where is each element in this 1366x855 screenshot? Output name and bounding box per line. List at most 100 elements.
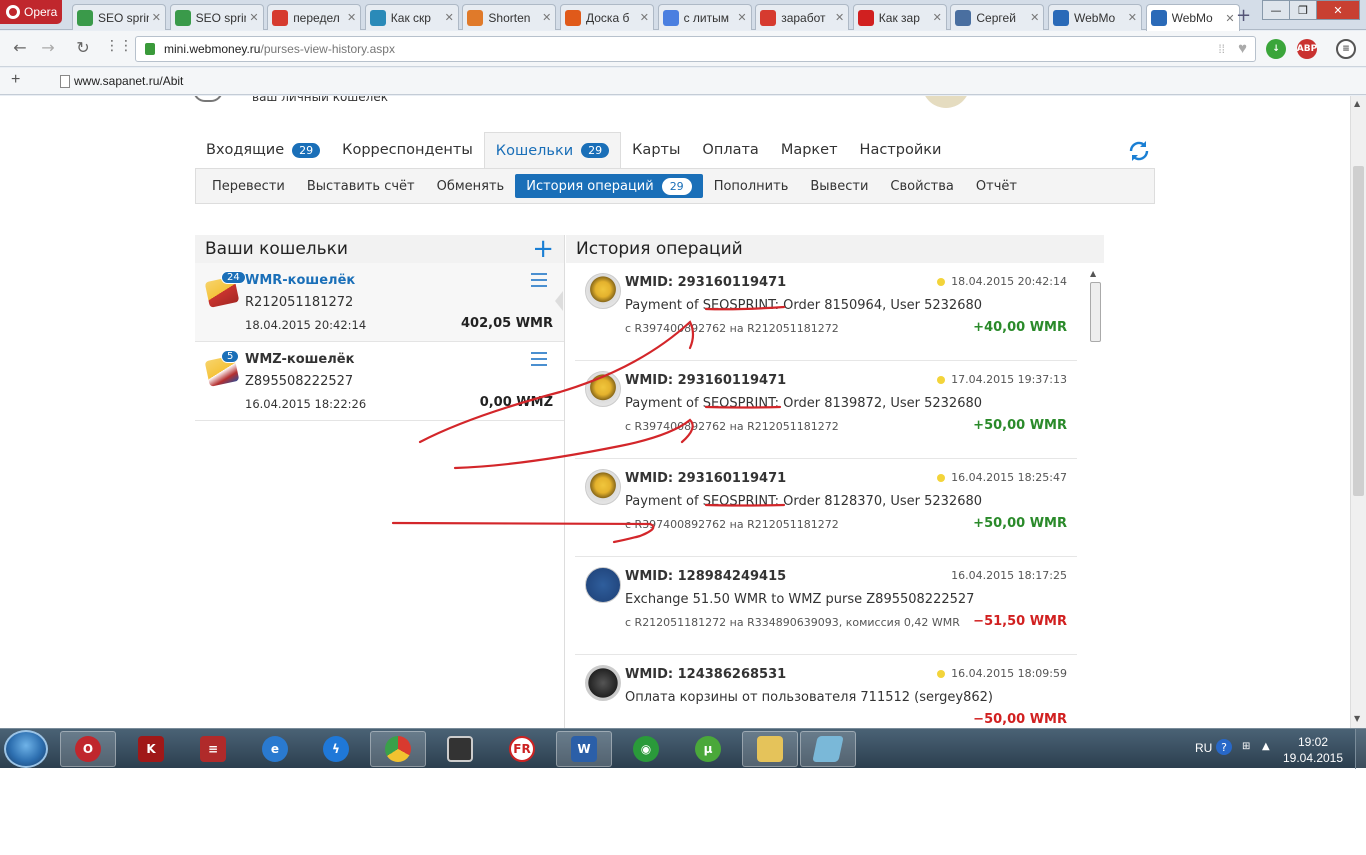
- taskbar-chrome[interactable]: [370, 731, 426, 767]
- close-tab-icon[interactable]: ✕: [640, 11, 649, 24]
- close-tab-icon[interactable]: ✕: [1128, 11, 1137, 24]
- browser-tab[interactable]: передел ✕: [267, 4, 362, 30]
- scroll-up-icon[interactable]: ▲: [1354, 99, 1360, 108]
- browser-tab[interactable]: Доска б ✕: [560, 4, 654, 30]
- tray-expand-icon[interactable]: ▲: [1262, 741, 1270, 752]
- close-tab-icon[interactable]: ✕: [542, 11, 551, 24]
- taskbar-green[interactable]: ◉: [618, 731, 674, 767]
- operation-item[interactable]: WMID: 293160119471 18.04.2015 20:42:14 Pay…: [575, 263, 1077, 361]
- browser-tab[interactable]: Как скр ✕: [364, 4, 459, 30]
- sub-tab[interactable]: Обменять: [426, 174, 516, 198]
- sub-tab[interactable]: Пополнить: [703, 174, 800, 198]
- network-icon[interactable]: ⊞: [1242, 741, 1250, 752]
- taskbar-monitor[interactable]: [432, 731, 488, 767]
- main-tab[interactable]: Входящие 29: [195, 132, 331, 168]
- sub-tab[interactable]: История операций 29: [515, 174, 703, 198]
- opera-menu-button[interactable]: Opera: [0, 0, 62, 24]
- close-tab-icon[interactable]: ✕: [933, 11, 942, 24]
- sub-tab[interactable]: Вывести: [799, 174, 879, 198]
- close-window-button[interactable]: ✕: [1316, 0, 1360, 20]
- refresh-icon[interactable]: [1127, 139, 1151, 163]
- browser-tab[interactable]: WebMo ✕: [1145, 4, 1240, 31]
- taskbar-kaspersky[interactable]: K: [123, 731, 179, 767]
- browser-tab[interactable]: заработ ✕: [755, 4, 850, 30]
- taskbar-explorer[interactable]: [742, 731, 798, 767]
- speed-dial-icon[interactable]: ⋮⋮: [105, 38, 133, 54]
- close-tab-icon[interactable]: ✕: [1225, 12, 1234, 25]
- page-scroll-thumb[interactable]: [1353, 166, 1364, 496]
- sub-tab[interactable]: Отчёт: [965, 174, 1028, 198]
- sub-tab[interactable]: Перевести: [201, 174, 296, 198]
- browser-tab[interactable]: с литым ✕: [657, 4, 752, 30]
- taskbar-word[interactable]: W: [556, 731, 612, 767]
- operation-item[interactable]: WMID: 293160119471 17.04.2015 19:37:13 Pay…: [575, 361, 1077, 459]
- close-tab-icon[interactable]: ✕: [835, 11, 844, 24]
- forward-icon[interactable]: →: [38, 38, 58, 57]
- system-clock[interactable]: 19:02 19.04.2015: [1280, 734, 1346, 766]
- main-tab[interactable]: Кошельки 29: [483, 132, 622, 168]
- language-indicator[interactable]: RU: [1195, 741, 1212, 755]
- operation-item[interactable]: WMID: 124386268531 16.04.2015 18:09:59 Опл…: [575, 655, 1077, 728]
- purse-item-wmz[interactable]: 5 WMZ-кошелёк Z895508222527 16.04.2015 1…: [195, 342, 564, 421]
- purse-history-icon[interactable]: [531, 352, 547, 366]
- purse-name[interactable]: WMR-кошелёк: [245, 273, 355, 288]
- taskbar-opera[interactable]: O: [60, 731, 116, 767]
- bookmark-item[interactable]: www.sapanet.ru/Abit: [60, 74, 183, 88]
- main-tab[interactable]: Настройки: [849, 132, 953, 168]
- main-tab[interactable]: Маркет: [770, 132, 849, 168]
- browser-tab[interactable]: SEO sprint✕: [169, 4, 264, 30]
- taskbar-speed[interactable]: ϟ: [308, 731, 364, 767]
- close-tab-icon[interactable]: ✕: [347, 11, 356, 24]
- main-tab[interactable]: Корреспонденты: [331, 132, 484, 168]
- close-tab-icon[interactable]: ✕: [737, 11, 746, 24]
- taskbar-utorrent[interactable]: µ: [680, 731, 736, 767]
- browser-tab[interactable]: SEO sprint✕: [72, 4, 166, 30]
- browser-tab[interactable]: Как зар ✕: [852, 4, 947, 30]
- history-scrollbar[interactable]: ▲: [1087, 267, 1103, 728]
- add-purse-icon[interactable]: +: [532, 236, 554, 262]
- purse-name[interactable]: WMZ-кошелёк: [245, 352, 354, 367]
- adblock-icon[interactable]: ABP: [1297, 39, 1317, 59]
- close-tab-icon[interactable]: ✕: [445, 11, 454, 24]
- operation-item[interactable]: WMID: 293160119471 16.04.2015 18:25:47 Pay…: [575, 459, 1077, 557]
- maximize-button[interactable]: ❐: [1289, 0, 1317, 20]
- taskbar-notes[interactable]: [800, 731, 856, 767]
- url-field[interactable]: mini.webmoney.ru/purses-view-history.asp…: [135, 36, 1256, 62]
- heart-icon[interactable]: ♥: [1238, 40, 1247, 57]
- sub-tab[interactable]: Свойства: [879, 174, 965, 198]
- scroll-down-icon[interactable]: ▼: [1354, 714, 1360, 723]
- taskbar-books[interactable]: ≡: [185, 731, 241, 767]
- back-icon[interactable]: ←: [10, 38, 30, 57]
- url-grid-icon[interactable]: ⁞⁞: [1218, 42, 1225, 56]
- start-button[interactable]: [4, 730, 48, 768]
- new-tab-button[interactable]: +: [1236, 5, 1251, 26]
- sub-tab[interactable]: Выставить счёт: [296, 174, 426, 198]
- help-icon[interactable]: ?: [1216, 739, 1232, 755]
- browser-tab[interactable]: Сергей ✕: [950, 4, 1045, 30]
- main-tab[interactable]: Оплата: [691, 132, 769, 168]
- page-scrollbar[interactable]: ▲ ▼: [1350, 96, 1366, 728]
- purse-history-icon[interactable]: [531, 273, 547, 287]
- add-bookmark-button[interactable]: +: [11, 71, 20, 89]
- user-avatar[interactable]: [922, 96, 970, 108]
- sub-tab-label: Перевести: [212, 178, 285, 194]
- menu-icon[interactable]: ≡: [1336, 39, 1356, 59]
- close-tab-icon[interactable]: ✕: [1030, 11, 1039, 24]
- lightning-icon: ϟ: [323, 736, 349, 762]
- scroll-up-icon[interactable]: ▲: [1090, 269, 1096, 278]
- reload-icon[interactable]: ↻: [73, 38, 93, 57]
- browser-tab[interactable]: Shorten ✕: [462, 4, 557, 30]
- show-desktop-button[interactable]: [1355, 729, 1366, 769]
- operation-item[interactable]: WMID: 128984249415 16.04.2015 18:17:25 Exc…: [575, 557, 1077, 655]
- close-tab-icon[interactable]: ✕: [249, 11, 258, 24]
- close-tab-icon[interactable]: ✕: [152, 11, 161, 24]
- purse-item-wmr[interactable]: 24 WMR-кошелёк R212051181272 18.04.2015 …: [195, 263, 564, 342]
- seosprint-avatar-icon: [585, 273, 621, 309]
- taskbar-fr[interactable]: FR: [494, 731, 550, 767]
- minimize-button[interactable]: —: [1262, 0, 1290, 20]
- browser-tab[interactable]: WebMo ✕: [1048, 4, 1142, 30]
- taskbar-ie[interactable]: e: [247, 731, 303, 767]
- history-scroll-thumb[interactable]: [1090, 282, 1101, 342]
- main-tab[interactable]: Карты: [621, 132, 691, 168]
- download-icon[interactable]: ↓: [1266, 39, 1286, 59]
